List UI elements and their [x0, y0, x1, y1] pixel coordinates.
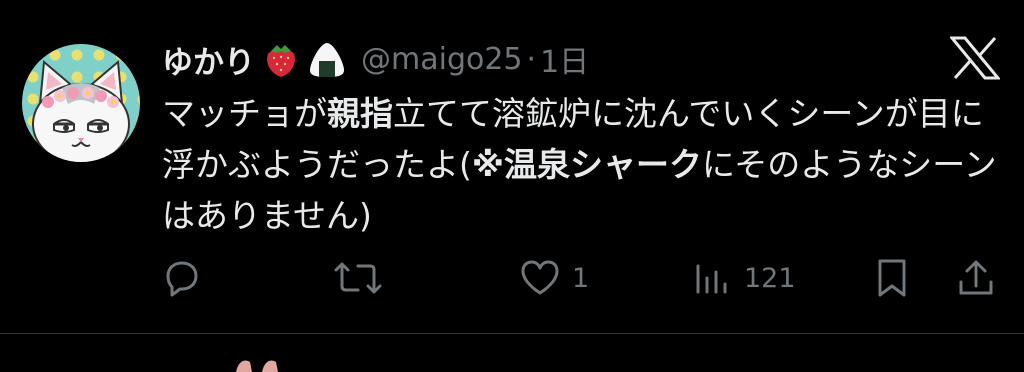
retweet-button[interactable] [330, 252, 386, 304]
reply-button[interactable] [160, 252, 204, 304]
tweet-card[interactable]: ゆかり @maigo25 · 1日 マッチョが親指立てて溶鉱炉に沈んでいくシーン… [0, 0, 1024, 334]
avatar[interactable] [22, 44, 140, 162]
next-tweet-avatar-edge [236, 360, 278, 372]
separator-dot: · [526, 41, 537, 77]
share-button[interactable] [954, 252, 998, 304]
strawberry-emoji-icon [267, 45, 295, 77]
cat-avatar-illustration [32, 60, 130, 162]
heart-icon [521, 260, 559, 295]
views-button[interactable]: 121 [690, 252, 796, 304]
x-logo-icon [950, 36, 1000, 80]
bookmark-button[interactable] [872, 252, 912, 304]
views-icon [696, 264, 727, 294]
reply-icon [166, 261, 198, 297]
view-count: 121 [744, 262, 796, 294]
tweet-text-part-bold: 親指 [327, 94, 393, 133]
tweet-divider [0, 333, 1024, 334]
like-button[interactable]: 1 [518, 252, 589, 304]
onigiri-emoji-icon [310, 43, 344, 77]
share-icon [959, 260, 993, 295]
action-bar: 1 121 [0, 252, 1024, 304]
user-handle[interactable]: @maigo25 [361, 42, 523, 77]
timestamp[interactable]: 1日 [540, 37, 589, 81]
bookmark-icon [878, 259, 906, 297]
tweet-text-part-bold: ※温泉シャーク [471, 145, 702, 184]
retweet-icon [334, 262, 382, 294]
like-count: 1 [572, 262, 590, 294]
tweet-text-part: マッチョが [162, 94, 327, 133]
tweet-text: マッチョが親指立てて溶鉱炉に沈んでいくシーンが目に浮かぶようだったよ(※温泉シャ… [162, 88, 1002, 241]
tweet-header: ゆかり @maigo25 · 1日 [162, 32, 589, 86]
display-name[interactable]: ゆかり [162, 37, 255, 82]
